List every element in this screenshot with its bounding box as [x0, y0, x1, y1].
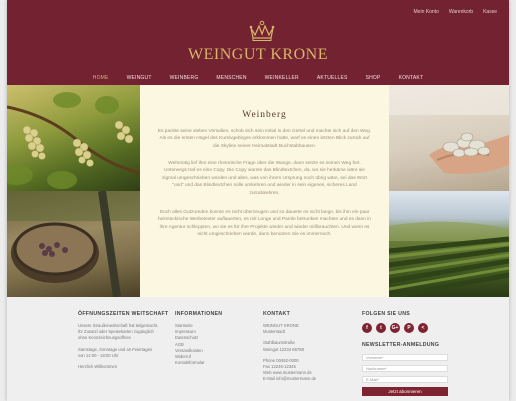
top-links: Mein Konto Warenkorb Kasse	[414, 9, 497, 15]
twitter-icon[interactable]: t	[376, 323, 386, 333]
newsletter-firstname-input[interactable]: Vorname*	[362, 354, 448, 361]
crown-icon	[249, 20, 275, 41]
share-icon[interactable]: <	[418, 323, 428, 333]
content-paragraph-3: Doch alles Gutzureden konnte es nicht üb…	[158, 210, 371, 238]
vineyard-landscape-image	[389, 191, 509, 297]
site-logo[interactable]: WEINGUT KRONE	[7, 46, 509, 64]
page-frame: Mein Konto Warenkorb Kasse WEINGUT KRONE…	[7, 0, 509, 401]
nav-weinkeller[interactable]: WEINKELLER	[256, 75, 308, 81]
grape-bucket-image	[7, 191, 140, 297]
footer-heading: ÖFFNUNGSZEITEN WEITSCHAFT	[78, 311, 169, 317]
google-plus-icon[interactable]: G+	[390, 323, 400, 333]
newsletter-email-input[interactable]: E-Mail*	[362, 376, 448, 383]
footer-contact: KONTAKT WEINGUT KRONE Musterstadt Stahlb…	[263, 311, 343, 383]
footer-information: INFORMATIONEN Startseite Impressum Daten…	[175, 311, 245, 366]
hands-stones-image	[389, 85, 509, 191]
nav-weingut[interactable]: WEINGUT	[118, 75, 161, 81]
nav-home[interactable]: HOME	[84, 75, 118, 81]
grapes-vine-image	[7, 85, 140, 191]
nav-menschen[interactable]: MENSCHEN	[207, 75, 255, 81]
newsletter-lastname-input[interactable]: Nachname*	[362, 365, 448, 372]
content-paragraph-1: Es packte seine sieben Versalien, schob …	[157, 129, 372, 149]
footer-link-kontaktformular[interactable]: Kontaktformular	[175, 360, 245, 366]
newsletter-subscribe-button[interactable]: Jetzt abonnieren	[362, 387, 448, 396]
footer-heading: INFORMATIONEN	[175, 311, 223, 317]
content-panel: Weinberg Es packte seine sieben Versalie…	[140, 85, 389, 297]
nav-aktuelles[interactable]: AKTUELLES	[308, 75, 357, 81]
my-account-link[interactable]: Mein Konto	[414, 9, 439, 15]
footer-text-line: Herzlich Willkommen	[78, 364, 118, 370]
pinterest-icon[interactable]: P	[404, 323, 414, 333]
nav-kontakt[interactable]: KONTAKT	[390, 75, 433, 81]
site-header: Mein Konto Warenkorb Kasse WEINGUT KRONE…	[7, 0, 509, 85]
footer-opening-hours: ÖFFNUNGSZEITEN WEITSCHAFT Unsere Strauße…	[78, 311, 170, 370]
nav-weinberg[interactable]: WEINBERG	[161, 75, 208, 81]
nav-shop[interactable]: SHOP	[357, 75, 390, 81]
social-icons: f t G+ P <	[362, 323, 454, 333]
footer-heading: FOLGEN SIE UNS	[362, 311, 411, 317]
page-title: Weinberg	[242, 110, 287, 120]
footer-social-newsletter: FOLGEN SIE UNS f t G+ P < NEWSLETTER-ANM…	[362, 311, 454, 396]
content-paragraph-2: Wehmütig lief ihm eine rhetorische Frage…	[162, 161, 367, 196]
site-footer: ÖFFNUNGSZEITEN WEITSCHAFT Unsere Strauße…	[7, 297, 509, 401]
cart-link[interactable]: Warenkorb	[449, 9, 473, 15]
footer-heading: KONTAKT	[263, 311, 291, 317]
main-nav: HOME WEINGUT WEINBERG MENSCHEN WEINKELLE…	[7, 70, 509, 85]
footer-heading: NEWSLETTER-ANMELDUNG	[362, 342, 440, 348]
facebook-icon[interactable]: f	[362, 323, 372, 333]
footer-email-link[interactable]: E-Mail info@mustermann.de	[263, 376, 343, 382]
checkout-link[interactable]: Kasse	[483, 9, 497, 15]
